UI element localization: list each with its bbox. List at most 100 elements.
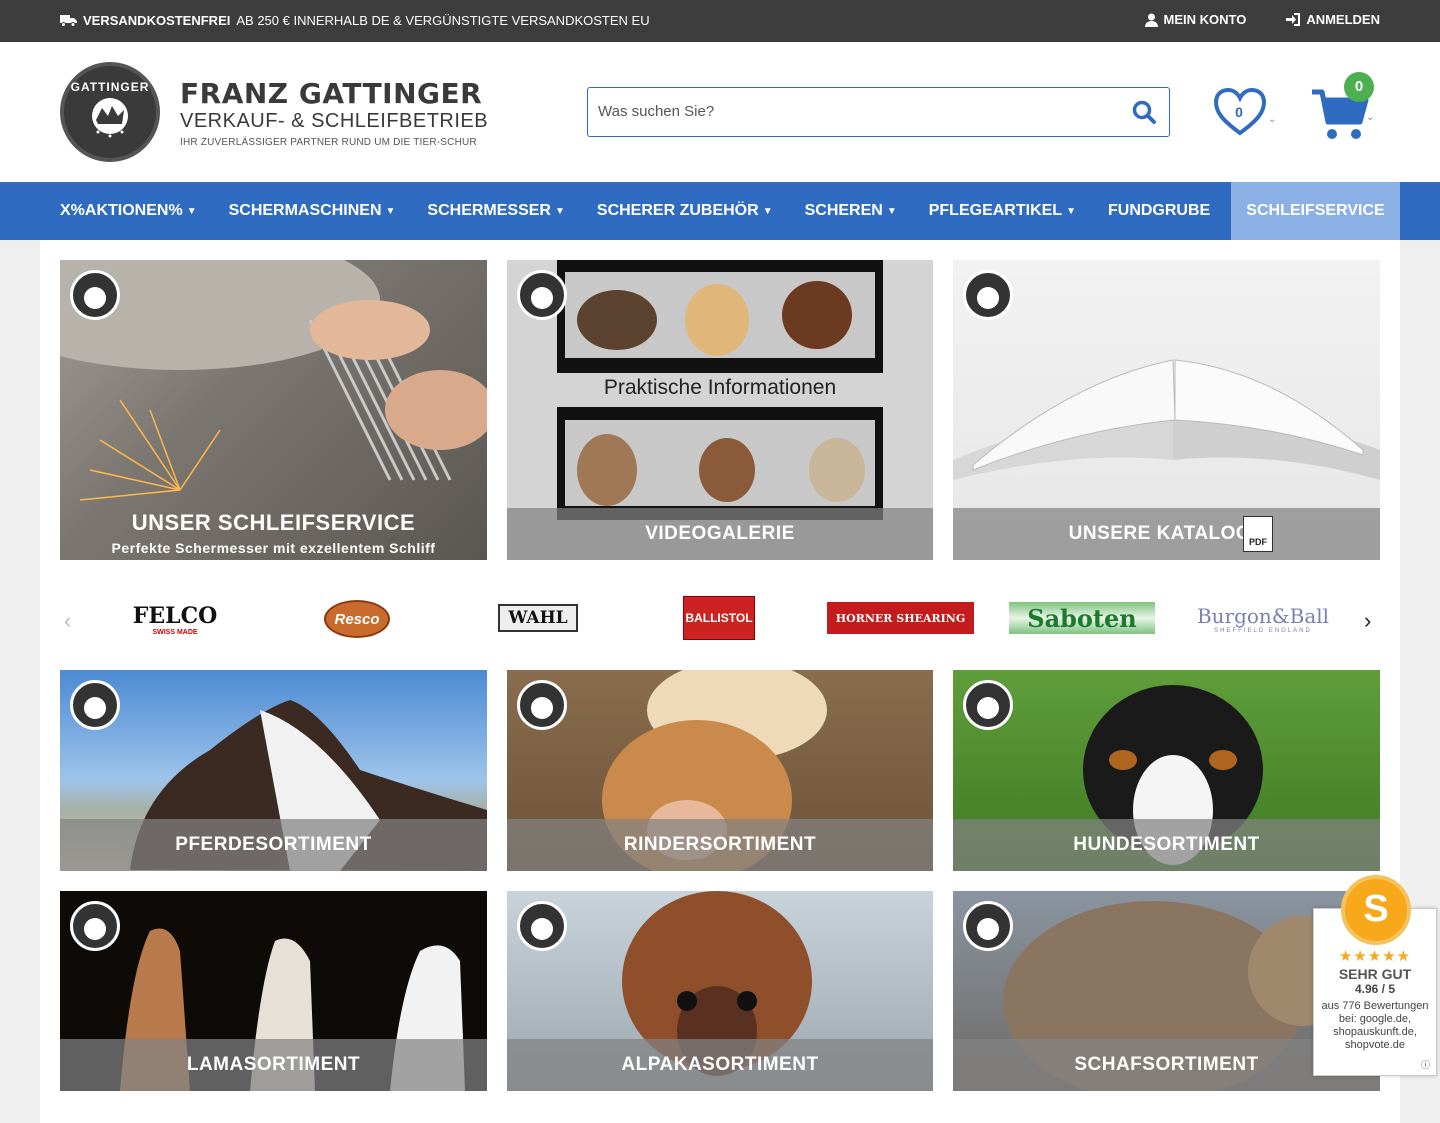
nav-item-label: FUNDGRUBE <box>1107 202 1211 219</box>
brand-logo-saboten[interactable]: Saboten <box>1009 602 1155 634</box>
tile-subtitle: Perfekte Schermesser mit exzellentem Sch… <box>111 540 436 556</box>
brand-sub: SHEFFIELD ENGLAND <box>1214 628 1312 634</box>
cart-count-badge: 0 <box>1344 72 1374 102</box>
login-label: ANMELDEN <box>1306 12 1380 27</box>
category-tile-hund[interactable]: HUNDESORTIMENT <box>953 670 1380 871</box>
logo-subtitle: VERKAUF- & SCHLEIFBETRIEB <box>180 109 489 132</box>
shopvote-medal-icon: S <box>1341 875 1411 945</box>
brand-name: FELCO <box>132 602 218 629</box>
site-logo[interactable]: GATTINGER FRANZ GATTINGER VERKAUF- & SCH… <box>60 62 488 162</box>
promo-tile-videogalerie[interactable]: Praktische Informationen VIDEOGALERIE <box>507 260 933 560</box>
category-tile-pferd[interactable]: PFERDESORTIMENT <box>60 670 487 871</box>
logo-seal-text: GATTINGER <box>70 80 150 94</box>
category-tile-alpaka[interactable]: ALPAKASORTIMENT <box>507 891 933 1091</box>
brand-logo-ballistol[interactable]: BALLISTOL <box>683 596 755 640</box>
nav-item-label: X%AKTIONEN% <box>60 202 183 219</box>
rating-stars: ★★★★★ <box>1338 948 1412 965</box>
site-header: GATTINGER FRANZ GATTINGER VERKAUF- & SCH… <box>0 42 1440 182</box>
pdf-icon-label: PDF <box>1249 537 1267 547</box>
logo-name: FRANZ GATTINGER <box>180 76 483 110</box>
rating-source: aus 776 Bewertungen bei: google.de, shop… <box>1321 1000 1429 1051</box>
brand-slider: ‹ FELCO SWISS MADE Resco WAHL BALLISTOL … <box>60 590 1380 648</box>
logo-seal: GATTINGER <box>60 62 160 162</box>
search-icon[interactable] <box>1131 99 1157 125</box>
main-navigation: X%AKTIONEN% ▼ SCHERMASCHINEN ▼ SCHERMESSER… <box>0 182 1440 240</box>
gattinger-seal-icon <box>963 270 1013 320</box>
slider-prev-icon[interactable]: ‹ <box>64 608 71 634</box>
nav-item-schermesser[interactable]: SCHERMESSER ▼ <box>427 202 564 220</box>
rating-label: SEHR GUT <box>1338 966 1412 982</box>
nav-item-label: SCHERER ZUBEHÖR <box>596 202 759 219</box>
gattinger-seal-icon <box>70 680 120 730</box>
brand-logo-burgon-ball[interactable]: Burgon&Ball SHEFFIELD ENGLAND <box>1196 598 1330 640</box>
chevron-down-icon: ▼ <box>886 205 897 217</box>
nav-item-scheren[interactable]: SCHEREN ▼ <box>805 202 897 220</box>
pdf-icon: PDF <box>1243 516 1273 552</box>
gattinger-seal-icon <box>963 901 1013 951</box>
account-label: MEIN KONTO <box>1163 12 1247 27</box>
tile-title: VIDEOGALERIE <box>507 508 933 560</box>
tile-title: ALPAKASORTIMENT <box>507 1039 933 1091</box>
account-link[interactable]: MEIN KONTO <box>1144 12 1247 27</box>
brand-logo-wahl[interactable]: WAHL <box>498 604 578 632</box>
shipping-promo-bold: VERSANDKOSTENFREI <box>83 13 231 28</box>
shipping-promo-text: AB 250 € INNERHALB DE & VERGÜNSTIGTE VER… <box>236 13 650 28</box>
tile-title: UNSER SCHLEIFSERVICE <box>131 510 416 535</box>
promo-tile-kataloge[interactable]: UNSERE KATALOGE PDF <box>953 260 1380 560</box>
info-icon[interactable]: ⓘ <box>1421 1058 1430 1071</box>
chevron-down-icon: ⌄ <box>1268 114 1277 125</box>
tile-caption: UNSERE KATALOGE <box>953 508 1380 560</box>
shipping-promo: VERSANDKOSTENFREI AB 250 € INNERHALB DE … <box>60 13 650 28</box>
category-tile-lama[interactable]: LAMASORTIMENT <box>60 891 487 1091</box>
brand-name: Burgon&Ball <box>1196 604 1330 628</box>
logo-tagline: IHR ZUVERLÄSSIGER PARTNER RUND UM DIE TI… <box>180 136 477 148</box>
tile-title: HUNDESORTIMENT <box>953 819 1380 871</box>
wishlist-button[interactable]: 0 ⌄ <box>1213 87 1278 138</box>
tile-title: PFERDESORTIMENT <box>60 819 487 871</box>
rating-score: 4.96 / 5 <box>1354 982 1396 996</box>
wishlist-count: 0 <box>1235 104 1243 120</box>
tile-caption: UNSER SCHLEIFSERVICE Perfekte Schermesse… <box>60 510 487 556</box>
chevron-down-icon: ▼ <box>186 205 197 217</box>
banner-text: Praktische Informationen <box>603 376 837 399</box>
login-link[interactable]: ANMELDEN <box>1286 12 1380 27</box>
nav-item-label: PFLEGEARTIKEL <box>928 202 1063 219</box>
nav-item-schermaschinen[interactable]: SCHERMASCHINEN ▼ <box>229 202 396 220</box>
gattinger-seal-icon <box>70 270 120 320</box>
chevron-down-icon: ▼ <box>554 205 565 217</box>
cart-button[interactable]: 0 ⌄ <box>1310 72 1380 142</box>
tile-title: RINDERSORTIMENT <box>507 819 933 871</box>
nav-item-schleifservice[interactable]: SCHLEIFSERVICE <box>1231 182 1400 240</box>
gattinger-seal-icon <box>517 901 567 951</box>
shopvote-widget[interactable]: S ★★★★★ SEHR GUT 4.96 / 5 aus 776 Bewert… <box>1313 875 1437 1076</box>
user-icon <box>1144 13 1158 27</box>
gattinger-seal-icon <box>963 680 1013 730</box>
category-tile-rind[interactable]: RINDERSORTIMENT <box>507 670 933 871</box>
gattinger-seal-icon <box>517 270 567 320</box>
chevron-down-icon: ▼ <box>385 205 396 217</box>
nav-item-pflegeartikel[interactable]: PFLEGEARTIKEL ▼ <box>929 202 1076 220</box>
nav-item-label: SCHERMESSER <box>427 202 551 219</box>
search-input[interactable] <box>588 88 1108 134</box>
nav-item-aktionen[interactable]: X%AKTIONEN% ▼ <box>60 202 197 220</box>
brand-sub: SWISS MADE <box>152 628 198 636</box>
tile-title: LAMASORTIMENT <box>60 1039 487 1091</box>
tile-title: UNSERE KATALOGE <box>1068 523 1265 544</box>
nav-item-label: SCHEREN <box>804 202 883 219</box>
brand-logo-resco[interactable]: Resco <box>324 600 390 638</box>
nav-item-fundgrube[interactable]: FUNDGRUBE <box>1108 202 1210 220</box>
slider-next-icon[interactable]: › <box>1364 608 1371 634</box>
brand-logo-horner[interactable]: HORNER SHEARING <box>827 602 974 634</box>
nav-item-scherer-zubehoer[interactable]: SCHERER ZUBEHÖR ▼ <box>597 202 773 220</box>
chevron-down-icon: ▼ <box>1066 205 1076 217</box>
sign-in-icon <box>1286 13 1301 26</box>
gattinger-seal-icon <box>70 901 120 951</box>
chevron-down-icon: ⌄ <box>1366 112 1375 123</box>
gattinger-seal-icon <box>517 680 567 730</box>
chevron-down-icon: ▼ <box>762 205 773 217</box>
truck-icon <box>60 15 77 27</box>
search-bar <box>587 87 1170 137</box>
brand-logo-felco[interactable]: FELCO SWISS MADE <box>133 598 218 640</box>
promo-tile-schleifservice[interactable]: UNSER SCHLEIFSERVICE Perfekte Schermesse… <box>60 260 487 560</box>
nav-item-label: SCHERMASCHINEN <box>228 202 382 219</box>
